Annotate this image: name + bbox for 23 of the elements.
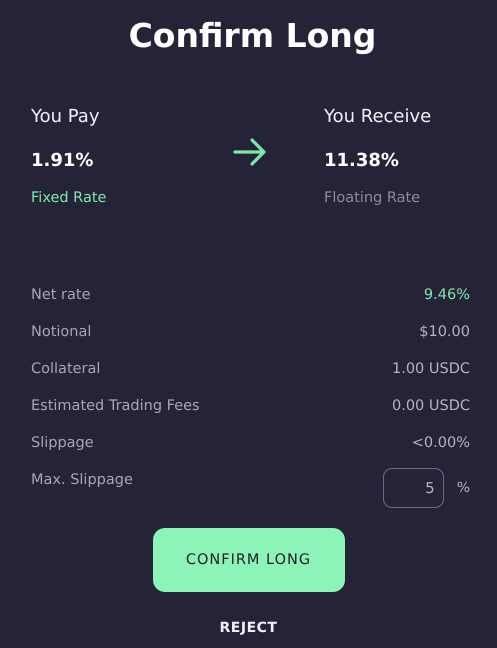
detail-label: Collateral [31, 360, 100, 379]
rate-value: 11.38% [324, 150, 399, 172]
detail-value: 9.46% [424, 286, 470, 305]
detail-value: 0.00 USDC [392, 397, 470, 416]
side-heading: You Pay [31, 106, 100, 128]
detail-label: Net rate [31, 286, 91, 305]
reject-button[interactable]: REJECT [216, 618, 282, 638]
confirm-button[interactable]: CONFIRM LONG [152, 528, 344, 592]
rate-type-label: Fixed Rate [31, 189, 106, 207]
rate-type-label: Floating Rate [324, 189, 420, 207]
side-heading: You Receive [324, 106, 432, 128]
dialog-title: Confirm Long [128, 15, 378, 57]
rate-value: 1.91% [31, 150, 94, 172]
detail-label: Notional [31, 323, 92, 342]
detail-value: 1.00 USDC [392, 360, 470, 379]
detail-label: Max. Slippage [31, 471, 133, 490]
detail-value: $10.00 [419, 323, 470, 342]
unit-label: % [456, 479, 470, 498]
arrow-right-icon [233, 138, 267, 166]
detail-label: Slippage [31, 434, 94, 453]
detail-value: <0.00% [412, 434, 470, 453]
slippage-input-field[interactable]: 5 [382, 468, 444, 508]
detail-label: Estimated Trading Fees [31, 397, 200, 416]
